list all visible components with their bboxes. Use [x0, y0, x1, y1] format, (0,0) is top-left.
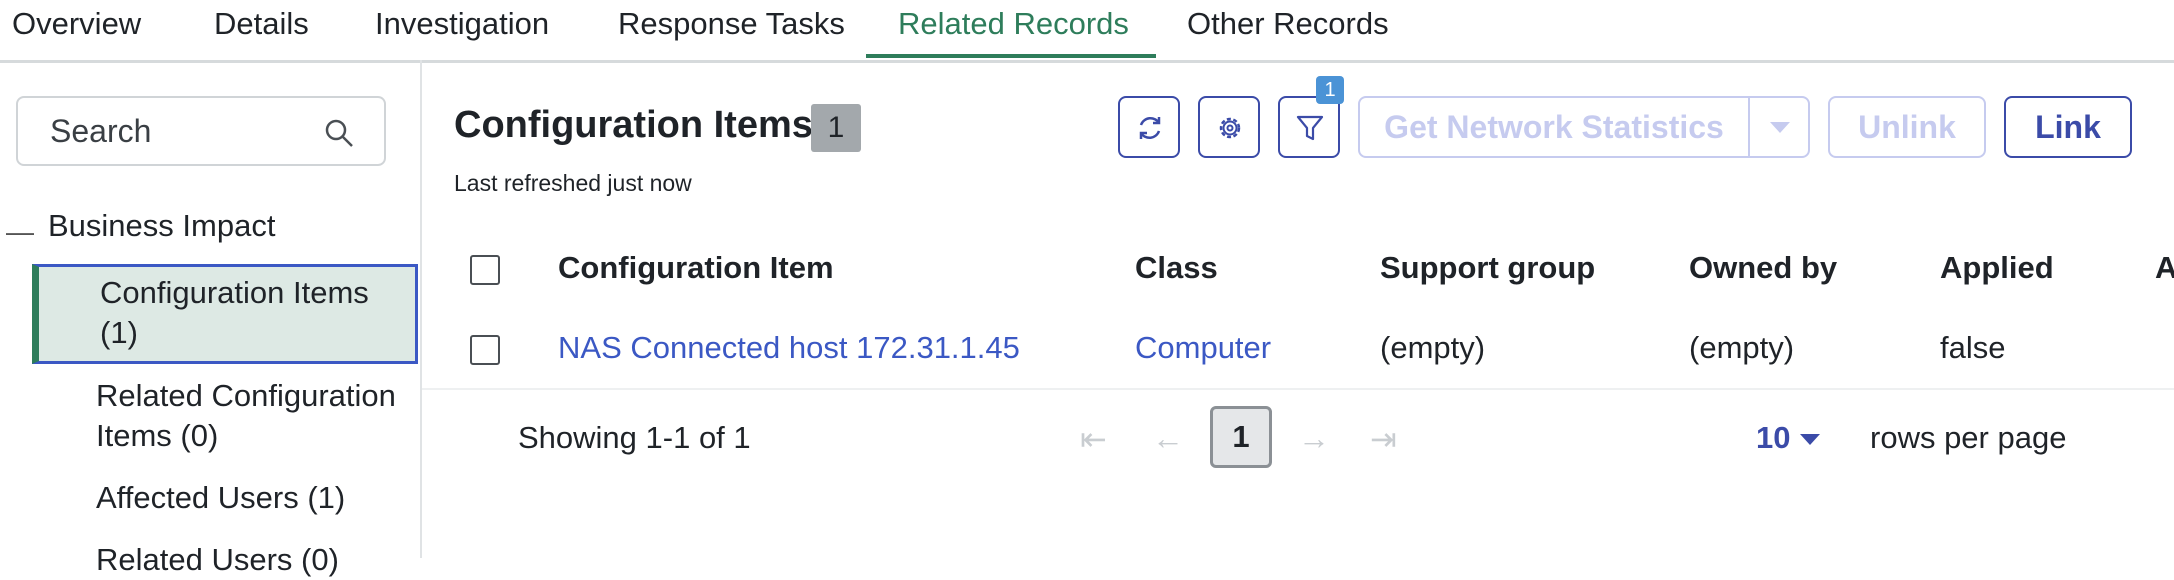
current-page-button[interactable]: 1 — [1210, 406, 1272, 468]
record-count-badge: 1 — [811, 104, 861, 152]
tab-related-records[interactable]: Related Records — [898, 6, 1129, 42]
sidebar-search-input[interactable]: Search — [16, 96, 386, 166]
rows-per-page-label: rows per page — [1870, 420, 2067, 455]
tab-other-records[interactable]: Other Records — [1187, 6, 1389, 42]
tab-response-tasks[interactable]: Response Tasks — [618, 6, 845, 42]
active-tab-indicator — [866, 54, 1156, 58]
class-link[interactable]: Computer — [1135, 330, 1271, 366]
filter-count-badge: 1 — [1316, 76, 1344, 104]
filter-icon — [1296, 115, 1324, 141]
column-header-configuration-item[interactable]: Configuration Item — [558, 250, 834, 286]
column-header-class[interactable]: Class — [1135, 250, 1218, 286]
rows-per-page-select[interactable]: 10 — [1756, 420, 1790, 456]
refresh-icon — [1139, 116, 1161, 140]
unlink-button[interactable]: Unlink — [1828, 96, 1986, 158]
column-header-owned-by[interactable]: Owned by — [1689, 250, 1837, 286]
sidebar-item-related-users[interactable]: Related Users (0) — [32, 540, 418, 580]
last-refreshed-text: Last refreshed just now — [454, 170, 692, 196]
sidebar-item-affected-users[interactable]: Affected Users (1) — [32, 478, 418, 518]
tab-overview[interactable]: Overview — [12, 6, 141, 42]
previous-page-icon[interactable]: ← — [1152, 420, 1184, 457]
column-header-applied[interactable]: Applied — [1940, 250, 2054, 286]
section-title: Configuration Items — [454, 104, 813, 146]
business-impact-group[interactable]: — Business Impact — [0, 208, 400, 248]
get-network-statistics-button[interactable]: Get Network Statistics — [1358, 96, 1750, 158]
search-placeholder: Search — [50, 113, 152, 149]
column-header-support-group[interactable]: Support group — [1380, 250, 1595, 286]
search-icon[interactable] — [324, 118, 354, 148]
row-checkbox[interactable] — [470, 335, 500, 365]
column-header-truncated[interactable]: A — [2155, 250, 2174, 286]
record-tabs: Overview Details Investigation Response … — [0, 0, 2174, 63]
related-records-sidebar: Search — Business Impact Configuration I… — [0, 60, 422, 577]
pagination-summary: Showing 1-1 of 1 — [518, 420, 751, 455]
sidebar-item-configuration-items[interactable]: Configuration Items (1) — [32, 264, 418, 364]
support-group-cell: (empty) — [1380, 330, 1486, 365]
sidebar-item-related-configuration-items[interactable]: Related Configuration Items (0) — [32, 376, 418, 458]
configuration-item-link[interactable]: NAS Connected host 172.31.1.45 — [558, 330, 1020, 366]
chevron-down-icon[interactable] — [1748, 96, 1810, 158]
gear-icon — [1219, 117, 1241, 139]
owned-by-cell: (empty) — [1689, 330, 1795, 365]
last-page-icon[interactable]: ⇥ — [1370, 420, 1397, 458]
next-page-icon[interactable]: → — [1298, 420, 1330, 457]
link-button[interactable]: Link — [2004, 96, 2132, 158]
group-label: Business Impact — [48, 208, 276, 243]
applied-cell: false — [1940, 330, 2006, 365]
filter-button[interactable] — [1278, 96, 1340, 158]
select-all-checkbox[interactable] — [470, 255, 500, 285]
caret-down-icon[interactable] — [1800, 434, 1820, 445]
settings-button[interactable] — [1198, 96, 1260, 158]
first-page-icon[interactable]: ⇤ — [1080, 420, 1107, 458]
collapse-icon[interactable]: — — [6, 216, 34, 248]
tab-details[interactable]: Details — [214, 6, 309, 42]
refresh-button[interactable] — [1118, 96, 1180, 158]
tab-investigation[interactable]: Investigation — [375, 6, 549, 42]
